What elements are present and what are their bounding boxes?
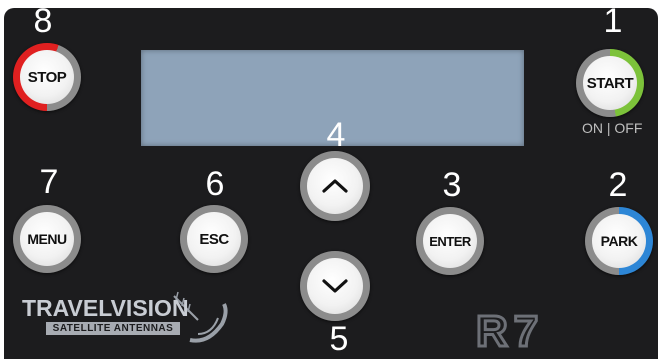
label-number-stop: 8 [33,2,53,40]
power-on-off-label: ON | OFF [582,120,643,136]
down-button-face [307,258,363,314]
enter-button-label: ENTER [423,214,477,268]
esc-button[interactable]: ESC [180,205,248,273]
esc-button-label: ESC [187,212,241,266]
label-number-up: 4 [326,116,346,154]
down-button[interactable] [300,251,370,321]
start-button[interactable]: START [576,49,644,117]
label-number-start: 1 [603,2,623,40]
brand-name: TRAVELVISION [22,295,189,321]
label-number-down: 5 [329,320,349,358]
menu-button-label: MENU [20,212,74,266]
model-logo: R7 [476,312,544,350]
stop-button-label: STOP [20,50,74,104]
chevron-down-icon [322,279,348,293]
menu-button[interactable]: MENU [13,205,81,273]
up-button[interactable] [300,151,370,221]
brand-tagline: SATELLITE ANTENNAS [46,322,180,335]
label-number-enter: 3 [442,166,462,204]
park-button-label: PARK [592,214,646,268]
start-button-label: START [583,56,637,110]
label-number-menu: 7 [39,163,59,201]
label-number-esc: 6 [205,165,225,203]
chevron-up-icon [322,179,348,193]
model-name: R7 [476,312,544,350]
stop-button[interactable]: STOP [13,43,81,111]
enter-button[interactable]: ENTER [416,207,484,275]
park-button[interactable]: PARK [585,207,653,275]
up-button-face [307,158,363,214]
brand-logo: TRAVELVISION SATELLITE ANTENNAS [22,296,189,335]
label-number-park: 2 [608,166,628,204]
